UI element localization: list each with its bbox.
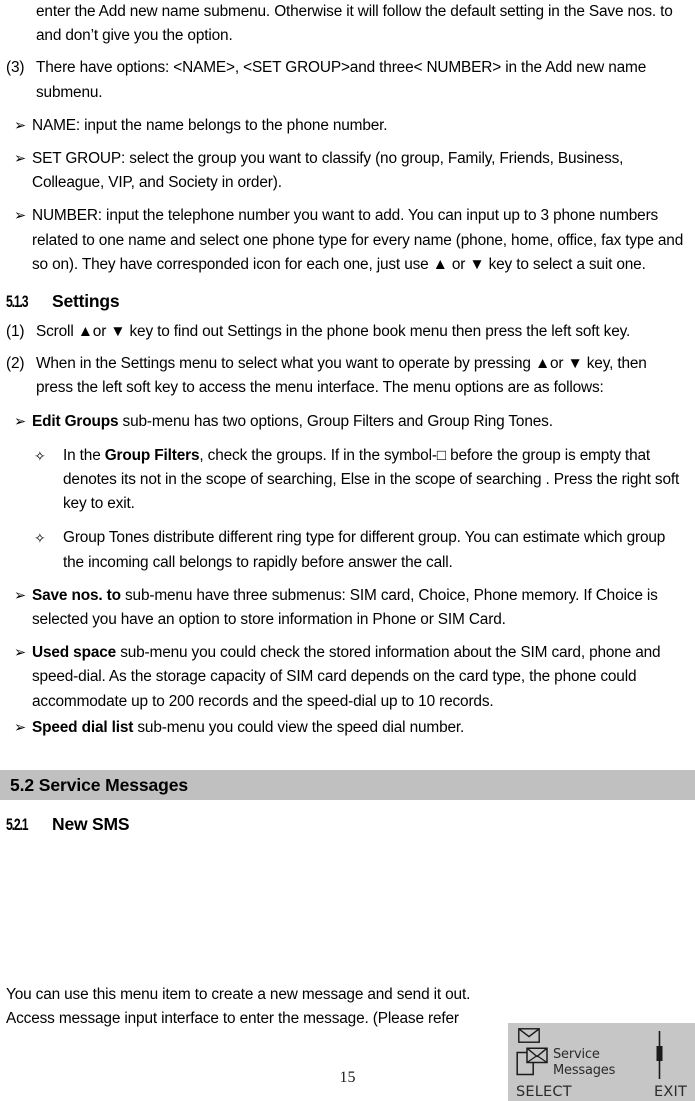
menu-option-used-space-label: Used space — [32, 644, 117, 662]
sub-option-group-filters-label: Group Filters — [104, 446, 200, 464]
field-bullet-set-group: ➢ SET GROUP: select the group you want t… — [6, 147, 687, 195]
field-bullet-set-group-text: SET GROUP: select the group you want to … — [32, 150, 624, 192]
heading-5-1-3: 5.1.3 Settings — [6, 291, 687, 312]
menu-option-edit-groups-desc: sub-menu has two options, Group Filters … — [118, 412, 553, 430]
settings-step-1: (1) Scroll ▲or ▼ key to find out Setting… — [6, 320, 687, 344]
diamond-bullet-icon: ✧ — [34, 530, 46, 547]
document-page: enter the Add new name submenu. Otherwis… — [0, 0, 695, 1101]
diamond-bullet-icon: ✧ — [34, 447, 46, 464]
item-3-text: There have options: <NAME>, <SET GROUP>a… — [36, 59, 647, 101]
arrow-bullet-icon: ➢ — [14, 117, 27, 134]
sub-option-group-tones-text: Group Tones distribute different ring ty… — [63, 529, 666, 571]
heading-5-2-1-number: 5.2.1 — [6, 815, 29, 835]
heading-5-1-3-title: Settings — [52, 291, 120, 312]
heading-5-2-1: 5.2.1 New SMS — [6, 814, 687, 835]
menu-option-used-space: ➢ Used space sub-menu you could check th… — [6, 641, 687, 714]
menu-option-edit-groups-label: Edit Groups — [32, 412, 119, 430]
field-bullet-number: ➢ NUMBER: input the telephone number you… — [6, 204, 687, 277]
sub-option-group-filters-text: In the Group Filters, check the groups. … — [63, 444, 687, 517]
sub-option-group-filters: ✧ In the Group Filters, check the groups… — [6, 444, 687, 517]
arrow-bullet-icon: ➢ — [14, 719, 27, 736]
settings-step-2-text: When in the Settings menu to select what… — [36, 355, 647, 397]
settings-step-1-number: (1) — [6, 323, 25, 341]
arrow-bullet-icon: ➢ — [14, 413, 27, 430]
menu-option-speed-dial-list-desc: sub-menu you could view the speed dial n… — [133, 718, 465, 736]
phone-screen-mockup: Service Messages SELECT EXIT — [508, 1023, 695, 1101]
item-3-number: (3) — [6, 59, 25, 77]
menu-option-save-nos-to-desc: sub-menu have three submenus: SIM card, … — [32, 586, 658, 629]
heading-5-2-1-title: New SMS — [52, 814, 130, 835]
menu-option-speed-dial-list-label: Speed dial list — [32, 718, 134, 736]
numbered-item-3: (3) There have options: <NAME>, <SET GRO… — [6, 56, 687, 104]
menu-option-used-space-desc: sub-menu you could check the stored info… — [32, 644, 661, 710]
envelope-icon — [518, 1028, 540, 1043]
field-bullet-name-text: NAME: input the name belongs to the phon… — [32, 116, 388, 134]
arrow-bullet-icon: ➢ — [14, 645, 27, 662]
settings-step-2: (2) When in the Settings menu to select … — [6, 352, 687, 400]
sub-option-group-filters-prefix: In the — [63, 446, 105, 464]
settings-step-2-number: (2) — [6, 355, 25, 373]
menu-option-edit-groups-text: Edit Groups sub-menu has two options, Gr… — [32, 410, 687, 434]
arrow-bullet-icon: ➢ — [14, 151, 27, 168]
page-number: 15 — [339, 1069, 356, 1086]
field-bullet-name: ➢ NAME: input the name belongs to the ph… — [6, 114, 687, 138]
field-bullet-number-text: NUMBER: input the telephone number you w… — [32, 207, 684, 273]
menu-option-save-nos-to-label: Save nos. to — [32, 586, 121, 604]
sub-option-group-tones: ✧ Group Tones distribute different ring … — [6, 526, 687, 574]
settings-step-1-text: Scroll ▲or ▼ key to find out Settings in… — [36, 323, 631, 341]
menu-option-used-space-text: Used space sub-menu you could check the … — [32, 641, 687, 714]
menu-option-edit-groups: ➢ Edit Groups sub-menu has two options, … — [6, 410, 687, 434]
heading-5-2-service-messages: 5.2 Service Messages — [0, 770, 695, 801]
paragraph-continuation: enter the Add new name submenu. Otherwis… — [36, 3, 673, 45]
heading-5-1-3-number: 5.1.3 — [6, 292, 29, 312]
menu-option-save-nos-to: ➢ Save nos. to sub-menu have three subme… — [6, 584, 687, 632]
arrow-bullet-icon: ➢ — [14, 587, 27, 604]
arrow-bullet-icon: ➢ — [14, 208, 27, 225]
menu-option-speed-dial-list-text: Speed dial list sub-menu you could view … — [32, 716, 687, 740]
phone-menu-label-line1: Service — [553, 1047, 600, 1062]
page-footer-area: You can use this menu item to create a n… — [0, 983, 695, 1101]
closing-paragraph: You can use this menu item to create a n… — [6, 986, 471, 1028]
menu-option-speed-dial-list: ➢ Speed dial list sub-menu you could vie… — [6, 716, 687, 740]
menu-option-save-nos-to-text: Save nos. to sub-menu have three submenu… — [32, 584, 687, 632]
